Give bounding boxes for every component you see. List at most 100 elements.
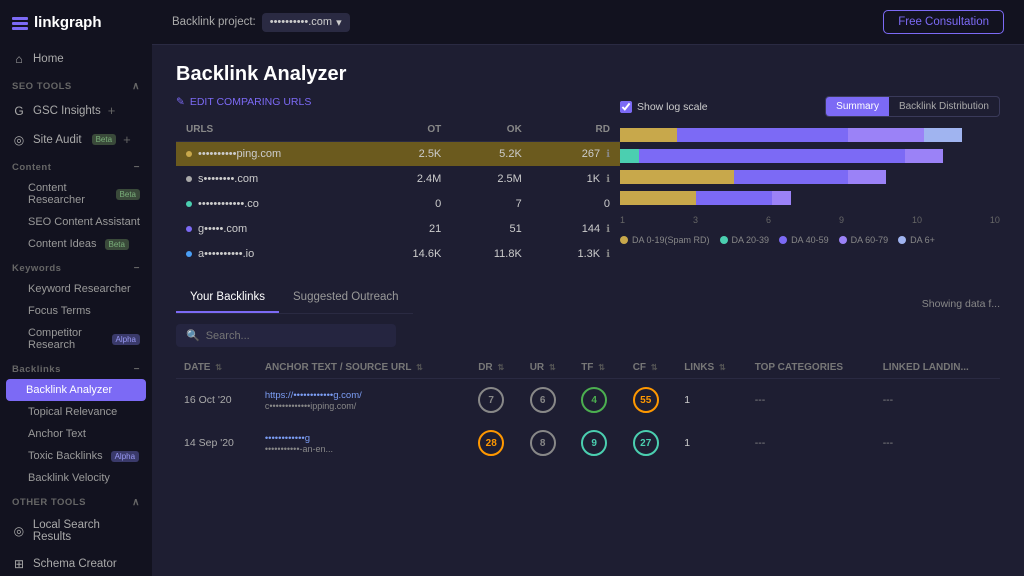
bl-col-dr: DR ⇅ — [470, 357, 522, 379]
chart-tabs: Summary Backlink Distribution — [825, 96, 1000, 117]
search-bar: 🔍 — [176, 324, 396, 347]
seo-tools-toggle[interactable]: ∧ — [132, 81, 140, 92]
bar-chart — [620, 127, 1000, 206]
table-row[interactable]: 16 Oct '20 https://••••••••••••g.com/ c•… — [176, 379, 1000, 422]
site-audit-plus[interactable]: + — [123, 132, 131, 147]
keywords-header: Keywords − — [0, 255, 152, 278]
table-row[interactable]: s••••••••.com 2.4M 2.5M 1K ℹ — [176, 167, 620, 192]
chart-legend: DA 0-19(Spam RD)DA 20-39DA 40-59DA 60-79… — [620, 235, 1000, 245]
seo-tools-header: SEO TOOLS ∧ — [0, 73, 152, 96]
col-header-urls: URLS — [176, 118, 369, 142]
bar-row — [620, 190, 1000, 206]
chart-header: Show log scale Summary Backlink Distribu… — [620, 96, 1000, 117]
table-row[interactable]: 14 Sep '20 ••••••••••••g •••••••••••-an-… — [176, 422, 1000, 465]
content-researcher-badge: Beta — [116, 189, 140, 200]
competitor-badge: Alpha — [112, 334, 140, 345]
sidebar-item-schema-creator[interactable]: ⊞ Schema Creator — [0, 550, 152, 576]
bl-col-landing: LINKED LANDIN... — [875, 357, 1000, 379]
sidebar-item-backlink-analyzer[interactable]: Backlink Analyzer — [6, 379, 146, 401]
edit-icon: ✎ — [176, 96, 185, 108]
other-tools-header: OTHER TOOLS ∧ — [0, 489, 152, 512]
sidebar-item-home[interactable]: ⌂ Home — [0, 45, 152, 73]
bl-col-tf: TF ⇅ — [573, 357, 625, 379]
chart-tab-distribution[interactable]: Backlink Distribution — [889, 97, 999, 116]
content-area: Backlink Analyzer ✎ EDIT COMPARING URLS … — [152, 45, 1024, 576]
table-row[interactable]: a••••••••••.io 14.6K 11.8K 1.3K ℹ — [176, 242, 620, 267]
sidebar-item-content-ideas[interactable]: Content Ideas Beta — [0, 233, 152, 255]
analysis-section: ✎ EDIT COMPARING URLS URLS OT OK RD ••••… — [152, 96, 1024, 283]
tab-your-backlinks[interactable]: Your Backlinks — [176, 283, 279, 313]
chart-section: Show log scale Summary Backlink Distribu… — [620, 96, 1000, 267]
edit-comparing-button[interactable]: ✎ EDIT COMPARING URLS — [176, 96, 620, 108]
main-content: Backlink project: ••••••••••.com ▾ Free … — [152, 0, 1024, 576]
sidebar-item-site-audit[interactable]: ◎ Site Audit Beta + — [0, 125, 152, 154]
sidebar-item-gsc-insights[interactable]: G GSC Insights + — [0, 96, 152, 125]
search-input[interactable] — [206, 330, 386, 342]
content-toggle[interactable]: − — [134, 162, 140, 173]
backlinks-header: Backlinks − — [0, 356, 152, 379]
bar-row — [620, 148, 1000, 164]
site-audit-badge: Beta — [92, 134, 116, 145]
bl-col-links: LINKS ⇅ — [676, 357, 747, 379]
table-row[interactable]: ••••••••••ping.com 2.5K 5.2K 267 ℹ — [176, 142, 620, 167]
logo: linkgraph — [0, 0, 152, 45]
sidebar-item-focus-terms[interactable]: Focus Terms — [0, 300, 152, 322]
legend-item: DA 6+ — [898, 235, 935, 245]
tab-suggested-outreach[interactable]: Suggested Outreach — [279, 283, 413, 313]
content-ideas-badge: Beta — [105, 239, 129, 250]
site-audit-icon: ◎ — [12, 133, 26, 147]
log-scale-checkbox[interactable] — [620, 101, 632, 113]
showing-info: Showing data f... — [922, 298, 1000, 310]
legend-item: DA 60-79 — [839, 235, 889, 245]
log-scale-toggle[interactable]: Show log scale — [620, 101, 708, 113]
sidebar-home-label: Home — [33, 53, 64, 65]
backlinks-toggle[interactable]: − — [134, 364, 140, 375]
url-table-section: ✎ EDIT COMPARING URLS URLS OT OK RD ••••… — [176, 96, 620, 267]
project-domain[interactable]: ••••••••••.com ▾ — [262, 13, 350, 32]
other-tools-toggle[interactable]: ∧ — [132, 497, 140, 508]
sidebar-item-seo-content-assistant[interactable]: SEO Content Assistant — [0, 211, 152, 233]
content-header: Content − — [0, 154, 152, 177]
sidebar-item-local-search[interactable]: ◎ Local Search Results — [0, 512, 152, 550]
sidebar-item-toxic-backlinks[interactable]: Toxic Backlinks Alpha — [0, 445, 152, 467]
app-name: linkgraph — [34, 14, 102, 31]
sidebar-item-backlink-velocity[interactable]: Backlink Velocity — [0, 467, 152, 489]
project-label: Backlink project: — [172, 16, 256, 28]
logo-icon — [12, 17, 28, 29]
schema-icon: ⊞ — [12, 557, 26, 571]
bl-col-date: DATE ⇅ — [176, 357, 257, 379]
home-icon: ⌂ — [12, 52, 26, 66]
url-comparison-table: URLS OT OK RD ••••••••••ping.com 2.5K 5.… — [176, 118, 620, 267]
sidebar-item-content-researcher[interactable]: Content Researcher Beta — [0, 177, 152, 211]
backlinks-tabs: Your Backlinks Suggested Outreach — [176, 283, 413, 314]
project-selector: Backlink project: ••••••••••.com ▾ — [172, 13, 350, 32]
local-search-icon: ◎ — [12, 524, 26, 538]
table-row[interactable]: ••••••••••••.co 0 7 0 — [176, 192, 620, 217]
free-consultation-button[interactable]: Free Consultation — [883, 10, 1004, 34]
col-header-ot: OT — [369, 118, 451, 142]
sidebar-item-keyword-researcher[interactable]: Keyword Researcher — [0, 278, 152, 300]
backlinks-section: Your Backlinks Suggested Outreach Showin… — [152, 283, 1024, 465]
gsc-plus[interactable]: + — [108, 103, 116, 118]
col-header-ok: OK — [451, 118, 532, 142]
bar-row — [620, 127, 1000, 143]
backlinks-table: DATE ⇅ ANCHOR TEXT / SOURCE URL ⇅ DR ⇅ U… — [176, 357, 1000, 465]
sidebar: linkgraph ⌂ Home SEO TOOLS ∧ G GSC Insig… — [0, 0, 152, 576]
chart-axis: 13691010 — [620, 211, 1000, 229]
dropdown-arrow-icon: ▾ — [336, 16, 342, 29]
bl-col-anchor: ANCHOR TEXT / SOURCE URL ⇅ — [257, 357, 470, 379]
table-row[interactable]: g•••••.com 21 51 144 ℹ — [176, 217, 620, 242]
legend-item: DA 20-39 — [720, 235, 770, 245]
legend-item: DA 0-19(Spam RD) — [620, 235, 710, 245]
bl-col-categories: TOP CATEGORIES — [747, 357, 875, 379]
sidebar-item-competitor-research[interactable]: Competitor Research Alpha — [0, 322, 152, 356]
col-header-rd: RD — [532, 118, 620, 142]
sidebar-item-anchor-text[interactable]: Anchor Text — [0, 423, 152, 445]
chart-tab-summary[interactable]: Summary — [826, 97, 889, 116]
bl-col-cf: CF ⇅ — [625, 357, 677, 379]
topbar: Backlink project: ••••••••••.com ▾ Free … — [152, 0, 1024, 45]
sidebar-item-topical-relevance[interactable]: Topical Relevance — [0, 401, 152, 423]
page-title: Backlink Analyzer — [152, 45, 1024, 96]
search-icon: 🔍 — [186, 329, 200, 342]
keywords-toggle[interactable]: − — [134, 263, 140, 274]
